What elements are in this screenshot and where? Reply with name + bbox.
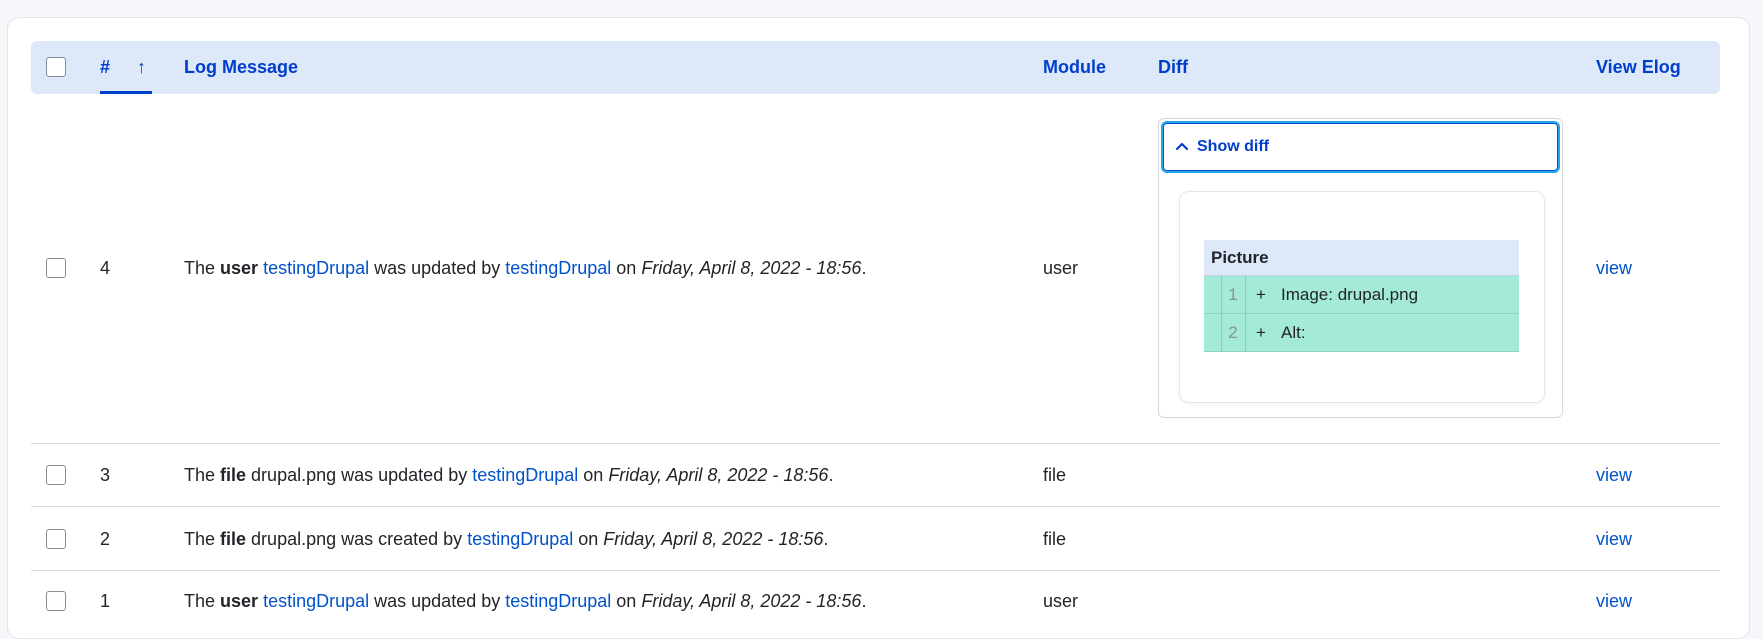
column-header-view-elog: View Elog [1596, 57, 1681, 77]
diff-line-number: 2 [1228, 323, 1238, 342]
log-message: The file drupal.png was created by testi… [184, 529, 829, 549]
entity-type: file [220, 529, 247, 549]
user-link[interactable]: testingDrupal [505, 591, 611, 611]
row-checkbox[interactable] [46, 465, 66, 485]
module-value: file [1043, 465, 1067, 485]
view-elog-link[interactable]: view [1596, 527, 1632, 551]
row-number: 4 [100, 258, 111, 278]
show-diff-label: Show diff [1197, 138, 1269, 155]
diff-line-text: Image: drupal.png [1281, 285, 1419, 304]
module-value: file [1043, 529, 1067, 549]
diff-field-name: Picture [1204, 240, 1519, 276]
log-message: The user testingDrupal was updated by te… [184, 258, 867, 278]
chevron-up-icon [1175, 137, 1189, 158]
column-header-module: Module [1043, 57, 1106, 77]
diff-line-text: Alt: [1281, 323, 1306, 342]
row-checkbox[interactable] [46, 529, 66, 549]
column-header-diff: Diff [1158, 57, 1188, 77]
user-link[interactable]: testingDrupal [467, 529, 573, 549]
entity-type: user [220, 258, 259, 278]
timestamp: Friday, April 8, 2022 - 18:56 [641, 591, 862, 611]
row-divider [31, 506, 1720, 507]
diff-line-number: 1 [1228, 285, 1238, 304]
module-value: user [1043, 258, 1079, 278]
diff-added-sign: + [1256, 285, 1266, 304]
column-header-number[interactable]: # [100, 41, 110, 94]
row-divider [31, 570, 1720, 571]
row-checkbox[interactable] [46, 258, 66, 278]
row-number: 3 [100, 465, 111, 485]
diff-line: 2 + Alt: [1204, 314, 1519, 352]
show-diff-toggle[interactable]: Show diff [1161, 121, 1560, 173]
select-all-checkbox[interactable] [46, 57, 66, 77]
timestamp: Friday, April 8, 2022 - 18:56 [608, 465, 829, 485]
diff-line: 1 + Image: drupal.png [1204, 276, 1519, 314]
timestamp: Friday, April 8, 2022 - 18:56 [603, 529, 824, 549]
entity-link[interactable]: testingDrupal [263, 591, 369, 611]
view-elog-link[interactable]: view [1596, 463, 1632, 487]
view-elog-link[interactable]: view [1596, 256, 1632, 280]
active-sort-indicator [100, 91, 152, 94]
module-value: user [1043, 591, 1079, 611]
timestamp: Friday, April 8, 2022 - 18:56 [641, 258, 862, 278]
entity-type: user [220, 591, 259, 611]
log-message: The file drupal.png was updated by testi… [184, 465, 834, 485]
user-link[interactable]: testingDrupal [505, 258, 611, 278]
diff-table: Picture 1 + Image: drupal.png 2 + Alt: [1204, 240, 1519, 352]
row-divider [31, 443, 1720, 444]
user-link[interactable]: testingDrupal [472, 465, 578, 485]
row-number: 1 [100, 591, 111, 611]
row-number: 2 [100, 529, 111, 549]
column-header-log-message: Log Message [184, 57, 299, 77]
diff-added-sign: + [1256, 323, 1266, 342]
entity-type: file [220, 465, 247, 485]
view-elog-link[interactable]: view [1596, 589, 1632, 613]
log-message: The user testingDrupal was updated by te… [184, 591, 867, 611]
row-checkbox[interactable] [46, 591, 66, 611]
sort-ascending-icon[interactable]: ↑ [137, 41, 146, 94]
entity-link[interactable]: testingDrupal [263, 258, 369, 278]
